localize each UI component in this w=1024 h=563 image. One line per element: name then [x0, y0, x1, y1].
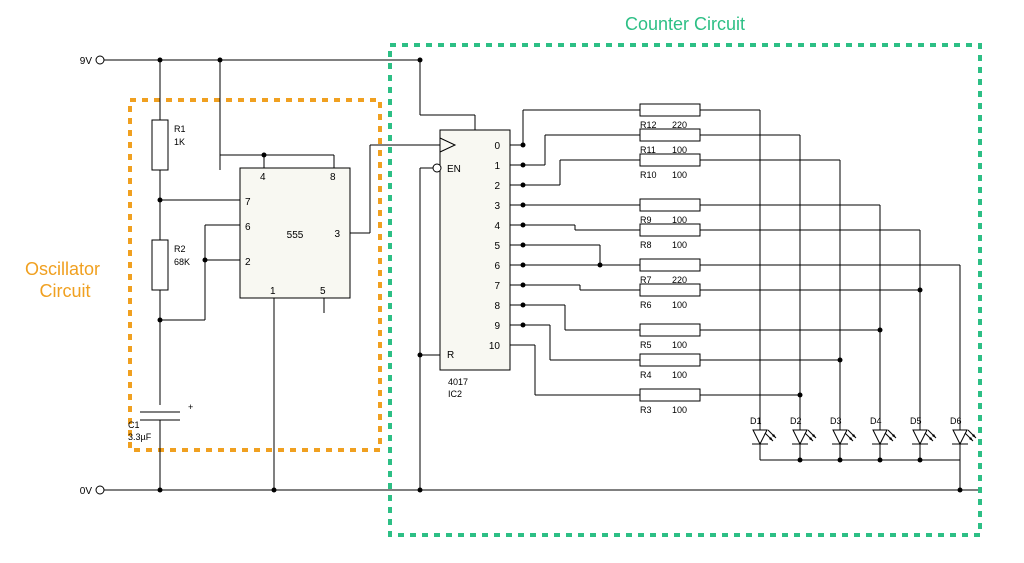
svg-text:D2: D2 — [790, 416, 802, 426]
svg-text:0: 0 — [494, 141, 500, 152]
svg-text:6: 6 — [494, 261, 500, 272]
ic555-name: 555 — [287, 230, 304, 241]
svg-text:8: 8 — [330, 172, 336, 183]
c1: + C1 3.3µF — [128, 402, 193, 442]
r1: R1 1K — [152, 120, 186, 170]
oscillator-title: Oscillator Circuit — [25, 259, 105, 301]
svg-text:4: 4 — [494, 221, 500, 232]
svg-text:R4: R4 — [640, 370, 652, 380]
leds: D1 D2 D3 D4 D5 — [750, 416, 976, 493]
resistor-bank: R12 220 R11 100 R10 100 R9 100 R8 100 R7… — [523, 104, 960, 430]
svg-text:7: 7 — [494, 281, 500, 292]
svg-text:D1: D1 — [750, 416, 762, 426]
svg-text:100: 100 — [672, 300, 687, 310]
rail-0v-label: 0V — [80, 486, 93, 497]
counter-title: Counter Circuit — [625, 14, 745, 34]
svg-text:4: 4 — [260, 172, 266, 183]
led-d4: D4 — [870, 416, 896, 460]
svg-text:R8: R8 — [640, 240, 652, 250]
svg-text:8: 8 — [494, 301, 500, 312]
svg-text:100: 100 — [672, 405, 687, 415]
svg-text:100: 100 — [672, 170, 687, 180]
svg-text:R5: R5 — [640, 340, 652, 350]
svg-text:D3: D3 — [830, 416, 842, 426]
c1-val: 3.3µF — [128, 432, 152, 442]
svg-text:100: 100 — [672, 240, 687, 250]
svg-text:1: 1 — [494, 161, 500, 172]
led-d5: D5 — [910, 416, 936, 460]
svg-text:R: R — [447, 350, 454, 361]
led-d2: D2 — [790, 416, 816, 460]
led-d3: D3 — [830, 416, 856, 460]
svg-text:9: 9 — [494, 321, 500, 332]
svg-text:R10: R10 — [640, 170, 657, 180]
svg-text:EN: EN — [447, 164, 461, 175]
r2-ref: R2 — [174, 244, 186, 254]
svg-text:D6: D6 — [950, 416, 962, 426]
svg-text:10: 10 — [489, 341, 501, 352]
svg-text:5: 5 — [320, 286, 326, 297]
r1-ref: R1 — [174, 124, 186, 134]
svg-text:7: 7 — [245, 197, 251, 208]
r1-val: 1K — [174, 137, 185, 147]
svg-text:2: 2 — [245, 257, 251, 268]
r2-val: 68K — [174, 257, 190, 267]
ic-555: 555 4 8 7 6 2 3 1 5 — [240, 155, 350, 313]
svg-text:2: 2 — [494, 181, 500, 192]
svg-text:3: 3 — [494, 201, 500, 212]
svg-text:5: 5 — [494, 241, 500, 252]
ic4017-name: 4017 — [448, 377, 468, 387]
svg-text:D4: D4 — [870, 416, 882, 426]
svg-text:D5: D5 — [910, 416, 922, 426]
c1-polarity: + — [188, 402, 193, 412]
led-d6: D6 — [950, 416, 976, 460]
ic4017-ref: IC2 — [448, 389, 462, 399]
rail-9v-label: 9V — [80, 56, 93, 67]
oscillator: R1 1K R2 68K + C1 3.3µF — [128, 58, 440, 493]
c1-ref: C1 — [128, 420, 140, 430]
svg-text:R3: R3 — [640, 405, 652, 415]
r2: R2 68K — [152, 240, 190, 290]
led-d1: D1 — [750, 416, 776, 460]
svg-text:3: 3 — [334, 229, 340, 240]
svg-text:100: 100 — [672, 370, 687, 380]
svg-text:100: 100 — [672, 340, 687, 350]
svg-text:6: 6 — [245, 222, 251, 233]
schematic-svg: 9V 0V Oscillator Circuit Counter Circuit… — [0, 0, 1024, 563]
svg-text:R6: R6 — [640, 300, 652, 310]
svg-text:1: 1 — [270, 286, 276, 297]
rails: 9V 0V — [80, 56, 980, 497]
